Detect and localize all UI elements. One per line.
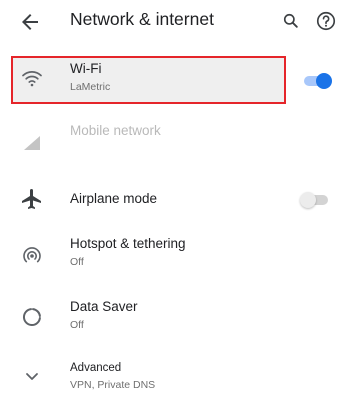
- toggle-thumb: [316, 73, 332, 89]
- search-icon[interactable]: [281, 11, 301, 31]
- arrow-back-icon[interactable]: [18, 10, 42, 34]
- mobile-network-title: Mobile network: [70, 123, 161, 138]
- chevron-down-icon: [26, 373, 38, 380]
- wifi-icon: [22, 71, 42, 87]
- data-saver-subtitle: Off: [70, 319, 84, 331]
- airplane-icon: [22, 189, 41, 209]
- app-bar: Network & internet: [0, 0, 342, 44]
- wifi-title: Wi-Fi: [70, 61, 102, 76]
- airplane-mode-title: Airplane mode: [70, 191, 158, 206]
- data-saver-icon: [22, 308, 41, 327]
- wifi-subtitle: LaMetric: [70, 81, 111, 93]
- hotspot-subtitle: Off: [70, 256, 84, 268]
- advanced-subtitle: VPN, Private DNS: [70, 379, 156, 391]
- hotspot-title: Hotspot & tethering: [70, 236, 186, 251]
- toggle-thumb: [300, 192, 316, 208]
- airplane-mode-toggle[interactable]: [300, 192, 330, 208]
- airplane-mode-item[interactable]: Airplane mode: [0, 180, 342, 220]
- advanced-item[interactable]: Advanced VPN, Private DNS: [0, 356, 342, 396]
- data-saver-title: Data Saver: [70, 299, 138, 314]
- wifi-toggle[interactable]: [302, 73, 332, 89]
- data-saver-item[interactable]: Data Saver Off: [0, 292, 342, 342]
- hotspot-icon: [23, 247, 41, 263]
- mobile-network-item[interactable]: Mobile network: [0, 120, 342, 164]
- signal-icon: [24, 136, 40, 150]
- advanced-title: Advanced: [70, 362, 122, 374]
- help-icon[interactable]: [315, 10, 337, 32]
- wifi-item[interactable]: Wi-Fi LaMetric: [0, 54, 342, 108]
- page-title: Network & internet: [70, 9, 214, 29]
- hotspot-item[interactable]: Hotspot & tethering Off: [0, 230, 342, 280]
